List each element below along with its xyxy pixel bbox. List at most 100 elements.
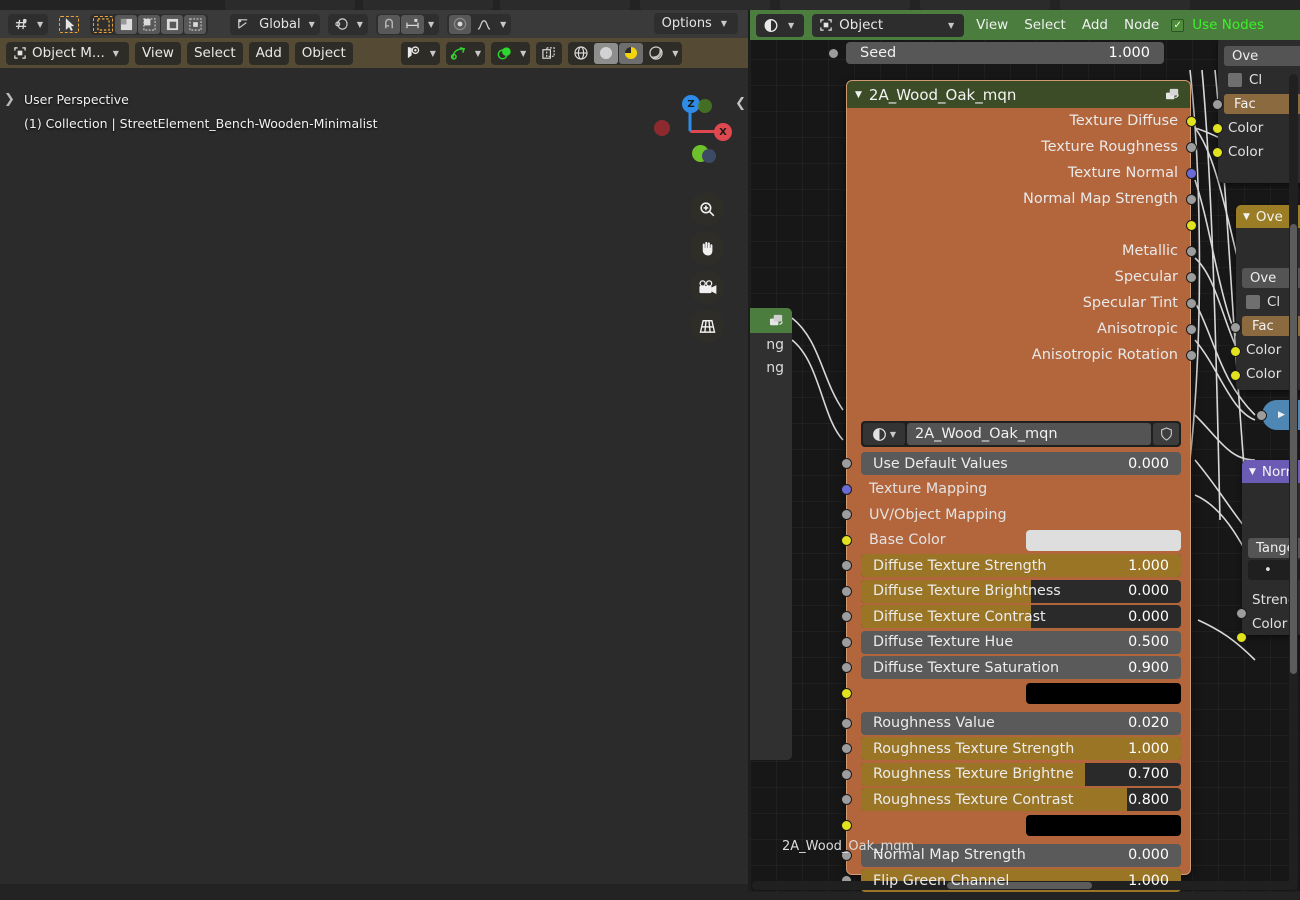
slider-field[interactable]: Roughness Texture Strength 1.000 xyxy=(861,737,1181,760)
horizontal-scrollbar[interactable] xyxy=(752,881,1298,890)
material-name-field[interactable]: 2A_Wood_Oak_mqn xyxy=(907,423,1151,445)
node-menu-node[interactable]: Node xyxy=(1120,17,1163,33)
scrollbar-thumb[interactable] xyxy=(1290,224,1297,674)
gizmo-group[interactable]: ▼ xyxy=(445,41,486,65)
node-socket[interactable] xyxy=(841,509,852,520)
node-socket[interactable] xyxy=(1186,116,1197,127)
node-socket[interactable] xyxy=(1212,147,1223,158)
chevron-down-icon[interactable]: ▼ xyxy=(427,49,439,58)
proportional-editing-group[interactable]: ▼ xyxy=(447,13,512,35)
node-menu-add[interactable]: Add xyxy=(1078,17,1112,33)
node-socket[interactable] xyxy=(1212,123,1223,134)
partial-node-left[interactable]: ng ng 000000000000000 xyxy=(750,308,792,760)
node-socket[interactable] xyxy=(1186,272,1197,283)
slider-field[interactable]: Diffuse Texture Brightness 0.000 xyxy=(861,579,1181,603)
editor-type-icon[interactable] xyxy=(10,15,33,34)
node-socket[interactable] xyxy=(1230,370,1241,381)
color-swatch[interactable] xyxy=(1026,682,1181,704)
node-socket[interactable] xyxy=(841,768,852,780)
node-socket[interactable] xyxy=(841,662,852,673)
topbar-tab-slot[interactable] xyxy=(500,0,630,10)
vertical-scrollbar[interactable] xyxy=(1289,74,1298,884)
node-socket[interactable] xyxy=(841,483,852,495)
slider-field[interactable]: Roughness Texture Brightne 0.700 xyxy=(861,762,1181,786)
node-socket[interactable] xyxy=(841,560,852,571)
gizmo-axis-neg-z[interactable] xyxy=(698,99,712,113)
node-group-header[interactable]: ▼ 2A_Wood_Oak_mqn xyxy=(847,81,1190,108)
menu-add[interactable]: Add xyxy=(248,41,289,65)
node-socket[interactable] xyxy=(841,743,852,754)
shield-fake-user-icon[interactable] xyxy=(1153,423,1179,445)
node-socket[interactable] xyxy=(1186,298,1197,309)
snapping-group[interactable]: ▼ xyxy=(375,13,440,35)
select-invert-icon[interactable] xyxy=(161,14,184,34)
proportional-editing-icon[interactable] xyxy=(449,14,472,34)
node-socket[interactable] xyxy=(1256,410,1267,421)
toggle-xray-icon[interactable] xyxy=(537,43,561,64)
node-property-slider[interactable]: Diffuse Texture Contrast 0.000 xyxy=(861,605,1181,628)
topbar-tab-slot[interactable] xyxy=(780,0,910,10)
node-socket[interactable] xyxy=(1186,142,1197,153)
node-socket[interactable] xyxy=(841,611,852,622)
gizmo-axis-x[interactable]: X xyxy=(714,123,732,141)
node-property-slider[interactable]: Diffuse Texture Hue 0.500 xyxy=(861,630,1181,654)
solid-shading-icon[interactable] xyxy=(594,42,619,64)
topbar-tab-slot[interactable] xyxy=(225,0,355,10)
seed-slider[interactable]: Seed 1.000 xyxy=(846,42,1164,64)
material-preview-shading-icon[interactable] xyxy=(619,42,644,64)
node-socket[interactable] xyxy=(1186,324,1197,335)
node-socket[interactable] xyxy=(841,458,852,469)
node-socket[interactable] xyxy=(1186,168,1197,179)
viewport-options-button[interactable]: Options ▼ xyxy=(653,13,738,34)
gizmo-axis-neg-y[interactable] xyxy=(702,149,716,163)
chevron-down-icon[interactable]: ▼ xyxy=(669,49,681,58)
node-socket[interactable] xyxy=(1186,220,1197,231)
node-property-slider[interactable]: Roughness Texture Strength 1.000 xyxy=(861,737,1181,760)
node-socket[interactable] xyxy=(841,794,852,805)
chevron-down-icon[interactable]: ▼ xyxy=(472,49,484,58)
node-socket[interactable] xyxy=(841,687,852,699)
collapse-triangle-icon[interactable]: ▼ xyxy=(1243,212,1250,222)
node-socket[interactable] xyxy=(1186,246,1197,257)
node-socket[interactable] xyxy=(841,717,852,729)
shading-mode-group[interactable]: ▼ xyxy=(568,41,683,65)
collapse-triangle-icon[interactable]: ▶ xyxy=(1278,410,1285,420)
node-property-slider[interactable]: Normal Map Strength 0.000 xyxy=(861,843,1181,867)
menu-object[interactable]: Object xyxy=(294,41,353,65)
gizmo-icon[interactable] xyxy=(447,43,471,64)
chevron-down-icon[interactable]: ▼ xyxy=(497,20,509,29)
mix-node-1[interactable]: Ove Cl Fac Color Color xyxy=(1212,38,1300,183)
node-group-copy-icon[interactable] xyxy=(1165,87,1182,102)
slider-field[interactable]: Diffuse Texture Saturation 0.900 xyxy=(861,656,1181,679)
select-set-icon[interactable] xyxy=(92,15,114,34)
gizmo-axis-neg-x[interactable] xyxy=(654,120,670,136)
navigation-gizmo[interactable]: Z X xyxy=(654,95,732,167)
node-socket[interactable] xyxy=(828,48,839,59)
3d-viewport-area[interactable]: ❯ User Perspective (1) Collection | Stre… xyxy=(0,10,748,892)
node-group-wood-oak[interactable]: ▼ 2A_Wood_Oak_mqn Texture Diffuse Texture… xyxy=(841,80,1197,892)
node-socket[interactable] xyxy=(1186,350,1197,361)
node-canvas[interactable]: ng ng 000000000000000 ▼ 2A_Wood xyxy=(750,38,1300,892)
color-swatch-row[interactable] xyxy=(861,682,1181,705)
chevron-down-icon[interactable]: ▼ xyxy=(718,19,730,28)
editor-type-group[interactable]: ▼ xyxy=(8,13,49,35)
slider-field[interactable]: Diffuse Texture Strength 1.000 xyxy=(861,554,1181,577)
chevron-down-icon[interactable]: ▼ xyxy=(425,20,437,29)
chevron-down-icon[interactable]: ▼ xyxy=(354,20,366,29)
node-socket[interactable] xyxy=(1230,346,1241,357)
menu-select[interactable]: Select xyxy=(186,41,243,65)
color-swatch[interactable] xyxy=(1026,814,1181,836)
rendered-shading-icon[interactable] xyxy=(644,43,668,64)
clamp-checkbox-1[interactable] xyxy=(1228,73,1242,87)
select-box-tool-icon[interactable] xyxy=(58,15,80,34)
chevron-down-icon[interactable]: ▼ xyxy=(517,49,529,58)
partial-node-header[interactable] xyxy=(750,308,792,333)
color-swatch[interactable] xyxy=(1026,529,1181,551)
color-swatch-row[interactable] xyxy=(861,814,1181,837)
chevron-down-icon[interactable]: ▼ xyxy=(785,21,797,30)
select-intersect-icon[interactable] xyxy=(184,14,207,34)
zoom-icon[interactable] xyxy=(690,192,724,226)
viewport-toolbar-expand-arrow[interactable]: ❯ xyxy=(4,92,15,107)
chevron-down-icon[interactable]: ▼ xyxy=(34,20,46,29)
snap-increment-icon[interactable] xyxy=(400,14,424,34)
